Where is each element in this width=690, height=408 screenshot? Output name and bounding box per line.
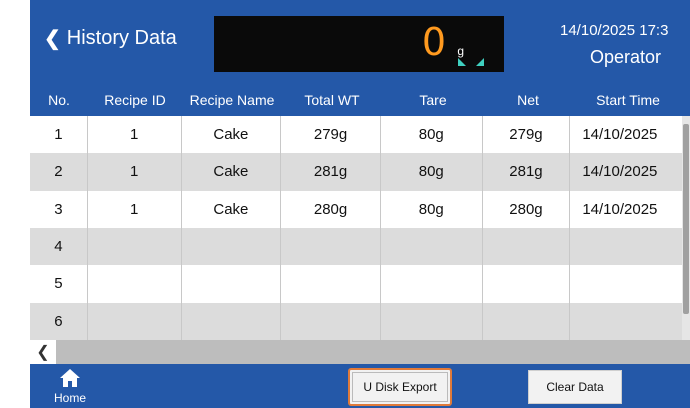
horizontal-scrollbar[interactable]: ❮: [30, 340, 690, 364]
table-row[interactable]: 2 1 Cake 281g 80g 281g 14/10/2025: [30, 153, 682, 191]
chevron-left-icon: ❮: [44, 28, 61, 50]
table-cell: 80g: [381, 116, 483, 154]
table-row[interactable]: 3 1 Cake 280g 80g 280g 14/10/2025: [30, 190, 682, 228]
home-button[interactable]: Home: [50, 368, 90, 405]
table-cell: 1: [30, 116, 88, 154]
table-cell: [483, 265, 571, 303]
table-cell: 3: [30, 190, 88, 228]
table-cell: [281, 265, 381, 303]
table-cell: [381, 265, 483, 303]
table-cell: [570, 228, 682, 265]
table-cell: Cake: [182, 116, 282, 154]
home-label: Home: [53, 391, 86, 405]
table-cell: 80g: [381, 153, 483, 191]
table-cell: 1: [88, 153, 182, 191]
table-cell: 80g: [381, 190, 483, 228]
column-header: Tare: [419, 92, 447, 108]
operator-role: Operator: [590, 47, 662, 67]
table-cell: 6: [30, 302, 88, 340]
table-cell: [381, 227, 483, 266]
table-cell: 14/10/2025: [582, 200, 658, 218]
table-cell: Cake: [182, 153, 282, 191]
table-cell: [281, 227, 381, 266]
table-header: No. Recipe ID Recipe Name Total WT Tare …: [30, 84, 690, 116]
table-cell: [483, 302, 571, 340]
table-cell: 14/10/2025: [582, 163, 658, 181]
table-cell: 280g: [281, 190, 381, 228]
column-header: Start Time: [596, 92, 660, 108]
weight-value: 0: [421, 20, 446, 64]
table-cell: [483, 227, 571, 266]
datetime: 14/10/2025 17:3: [560, 22, 669, 39]
stable-indicator-icon: [458, 58, 484, 66]
table-cell: 1: [88, 116, 182, 154]
table-cell: 1: [88, 190, 182, 228]
table-cell: 279g: [281, 116, 381, 154]
table-row[interactable]: 6: [30, 302, 682, 340]
table-cell: [182, 227, 282, 266]
column-header: Total WT: [304, 92, 360, 108]
table-row[interactable]: 1 1 Cake 279g 80g 279g 14/10/2025: [30, 116, 682, 154]
header-bar: ❮ History Data 0 g 14/10/2025 17:3 Opera…: [30, 0, 690, 84]
table-cell: 2: [30, 153, 88, 191]
table-cell: 5: [30, 265, 88, 303]
table-cell: 279g: [483, 116, 571, 154]
table-cell: 280g: [483, 190, 571, 228]
weight-unit: g: [457, 44, 464, 58]
column-header: Net: [517, 92, 539, 108]
column-header: No.: [48, 92, 70, 108]
vertical-scrollbar[interactable]: [682, 116, 690, 340]
column-header: Recipe Name: [189, 92, 275, 108]
table-cell: [570, 265, 682, 302]
back-button[interactable]: ❮ History Data: [44, 26, 177, 51]
table-body: 1 1 Cake 279g 80g 279g 14/10/2025 2 1 Ca…: [30, 116, 682, 340]
table-cell: [381, 302, 483, 340]
table-cell: 281g: [281, 153, 381, 191]
u-disk-export-label: U Disk Export: [352, 372, 448, 402]
table-row[interactable]: 5: [30, 265, 682, 303]
scroll-left-icon[interactable]: ❮: [30, 340, 56, 364]
table-cell: [182, 302, 282, 340]
table-cell: 14/10/2025: [582, 126, 658, 144]
table-cell: [88, 265, 182, 303]
table-cell: 4: [30, 227, 88, 266]
column-header: Recipe ID: [104, 92, 166, 108]
clear-data-button[interactable]: Clear Data: [528, 370, 622, 404]
history-data-screen: ❮ History Data 0 g 14/10/2025 17:3 Opera…: [30, 0, 690, 408]
table-cell: [281, 302, 381, 340]
table-cell: [88, 302, 182, 340]
weight-display: 0 g: [214, 16, 504, 72]
table-cell: 281g: [483, 153, 571, 191]
footer-bar: Home U Disk Export Clear Data: [30, 364, 690, 408]
table-cell: [570, 303, 682, 340]
page-title: History Data: [66, 27, 177, 49]
table-cell: Cake: [182, 190, 282, 228]
home-icon: [60, 369, 80, 387]
u-disk-export-button[interactable]: U Disk Export: [348, 368, 452, 406]
table-cell: [88, 227, 182, 266]
scrollbar-thumb[interactable]: [683, 124, 689, 314]
table-cell: [182, 265, 282, 303]
table-row[interactable]: 4: [30, 227, 682, 266]
